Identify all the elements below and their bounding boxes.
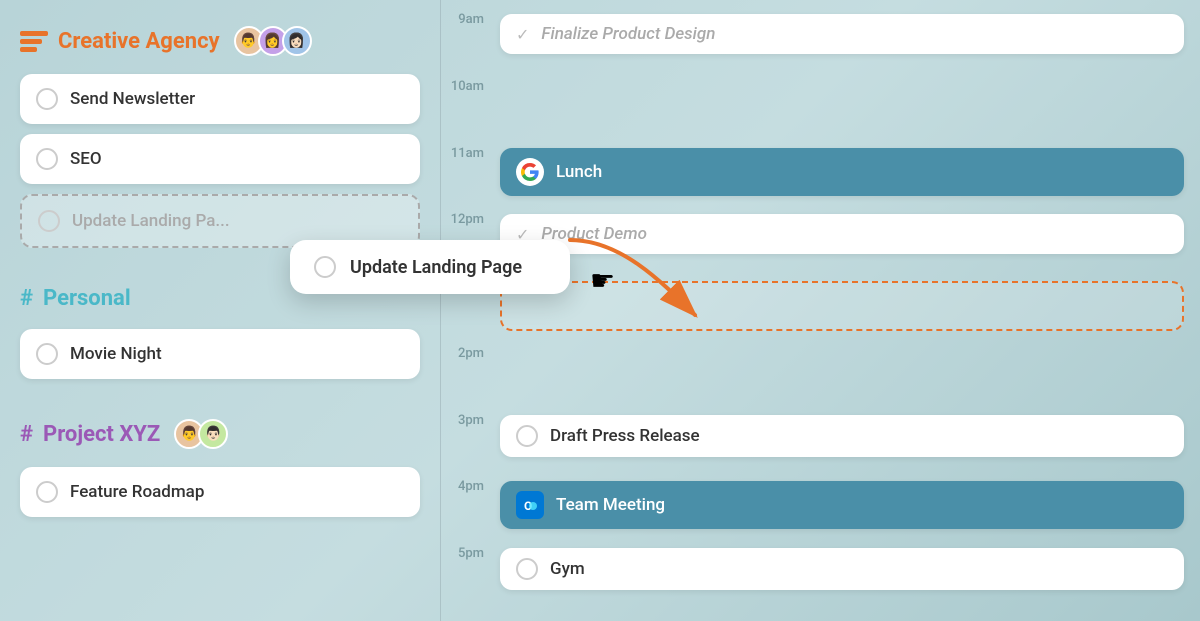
- time-label-10am: 10am: [441, 77, 496, 94]
- time-content-12pm: ✓ Product Demo: [496, 210, 1200, 258]
- floating-task[interactable]: Update Landing Page: [290, 240, 570, 294]
- cal-event-lunch[interactable]: Lunch: [500, 148, 1184, 196]
- project-xyz-title: Project XYZ: [43, 422, 160, 447]
- time-label-11am: 11am: [441, 144, 496, 161]
- checkbox-send-newsletter[interactable]: [36, 88, 58, 110]
- hash-xyz-icon: #: [20, 422, 33, 447]
- checkbox-gym[interactable]: [516, 558, 538, 580]
- drop-zone-1pm[interactable]: [500, 281, 1184, 331]
- time-grid: 9am ✓ Finalize Product Design 10am 11am: [441, 10, 1200, 611]
- task-label-feature-roadmap: Feature Roadmap: [70, 482, 204, 502]
- task-feature-roadmap[interactable]: Feature Roadmap: [20, 467, 420, 517]
- cal-text-gym: Gym: [550, 559, 585, 579]
- time-row-2pm: 2pm: [441, 344, 1200, 411]
- time-row-11am: 11am Lunch: [441, 144, 1200, 211]
- time-label-5pm: 5pm: [441, 544, 496, 561]
- cal-text-draft-press: Draft Press Release: [550, 426, 700, 446]
- time-content-10am: [496, 77, 1200, 85]
- checkbox-seo[interactable]: [36, 148, 58, 170]
- time-label-3pm: 3pm: [441, 411, 496, 428]
- cal-text-team-meeting: Team Meeting: [556, 495, 665, 515]
- checkbox-update-landing-dashed: [38, 210, 60, 232]
- task-send-newsletter[interactable]: Send Newsletter: [20, 74, 420, 124]
- task-label-send-newsletter: Send Newsletter: [70, 89, 195, 109]
- layers-icon: [20, 27, 48, 55]
- cal-event-finalize[interactable]: ✓ Finalize Product Design: [500, 14, 1184, 54]
- cal-text-lunch: Lunch: [556, 162, 602, 182]
- outlook-icon: O: [516, 491, 544, 519]
- google-icon: [516, 158, 544, 186]
- gap-2: [20, 389, 420, 403]
- time-row-9am: 9am ✓ Finalize Product Design: [441, 10, 1200, 77]
- time-content-11am: Lunch: [496, 144, 1200, 200]
- creative-agency-title: Creative Agency: [58, 29, 220, 54]
- time-content-1pm: [496, 277, 1200, 335]
- personal-title: Personal: [43, 286, 131, 311]
- project-xyz-header: # Project XYZ 👨 👨🏻: [20, 419, 420, 449]
- time-label-2pm: 2pm: [441, 344, 496, 361]
- time-content-9am: ✓ Finalize Product Design: [496, 10, 1200, 58]
- floating-checkbox: [314, 256, 336, 278]
- task-label-seo: SEO: [70, 149, 102, 169]
- avatar-3: 👩🏻: [282, 26, 312, 56]
- project-xyz-avatars: 👨 👨🏻: [174, 419, 228, 449]
- time-label-12pm: 12pm: [441, 210, 496, 227]
- checkbox-feature-roadmap[interactable]: [36, 481, 58, 503]
- time-content-4pm: O Team Meeting: [496, 477, 1200, 533]
- cal-event-draft-press[interactable]: Draft Press Release: [500, 415, 1184, 457]
- task-label-update-landing-dashed: Update Landing Pa...: [72, 211, 230, 231]
- time-row-4pm: 4pm O Team Meeting: [441, 477, 1200, 544]
- creative-agency-avatars: 👨 👩 👩🏻: [234, 26, 312, 56]
- floating-task-label: Update Landing Page: [350, 257, 522, 278]
- cal-text-finalize: Finalize Product Design: [541, 24, 715, 44]
- checkmark-finalize: ✓: [516, 25, 529, 44]
- time-label-4pm: 4pm: [441, 477, 496, 494]
- task-movie-night[interactable]: Movie Night: [20, 329, 420, 379]
- time-content-5pm: Gym: [496, 544, 1200, 594]
- time-row-10am: 10am: [441, 77, 1200, 144]
- time-row-3pm: 3pm Draft Press Release: [441, 411, 1200, 478]
- cal-event-gym[interactable]: Gym: [500, 548, 1184, 590]
- task-label-movie-night: Movie Night: [70, 344, 162, 364]
- hash-personal-icon: #: [20, 286, 33, 311]
- task-seo[interactable]: SEO: [20, 134, 420, 184]
- cal-event-product-demo[interactable]: ✓ Product Demo: [500, 214, 1184, 254]
- creative-agency-header: Creative Agency 👨 👩 👩🏻: [20, 26, 420, 56]
- time-content-3pm: Draft Press Release: [496, 411, 1200, 461]
- right-panel: 9am ✓ Finalize Product Design 10am 11am: [441, 0, 1200, 621]
- cal-event-team-meeting[interactable]: O Team Meeting: [500, 481, 1184, 529]
- checkbox-movie-night[interactable]: [36, 343, 58, 365]
- time-content-2pm: [496, 344, 1200, 352]
- time-row-5pm: 5pm Gym: [441, 544, 1200, 611]
- time-label-9am: 9am: [441, 10, 496, 27]
- left-panel: Creative Agency 👨 👩 👩🏻 Send Newsletter S…: [0, 0, 440, 621]
- checkbox-draft-press[interactable]: [516, 425, 538, 447]
- avatar-xyz-2: 👨🏻: [198, 419, 228, 449]
